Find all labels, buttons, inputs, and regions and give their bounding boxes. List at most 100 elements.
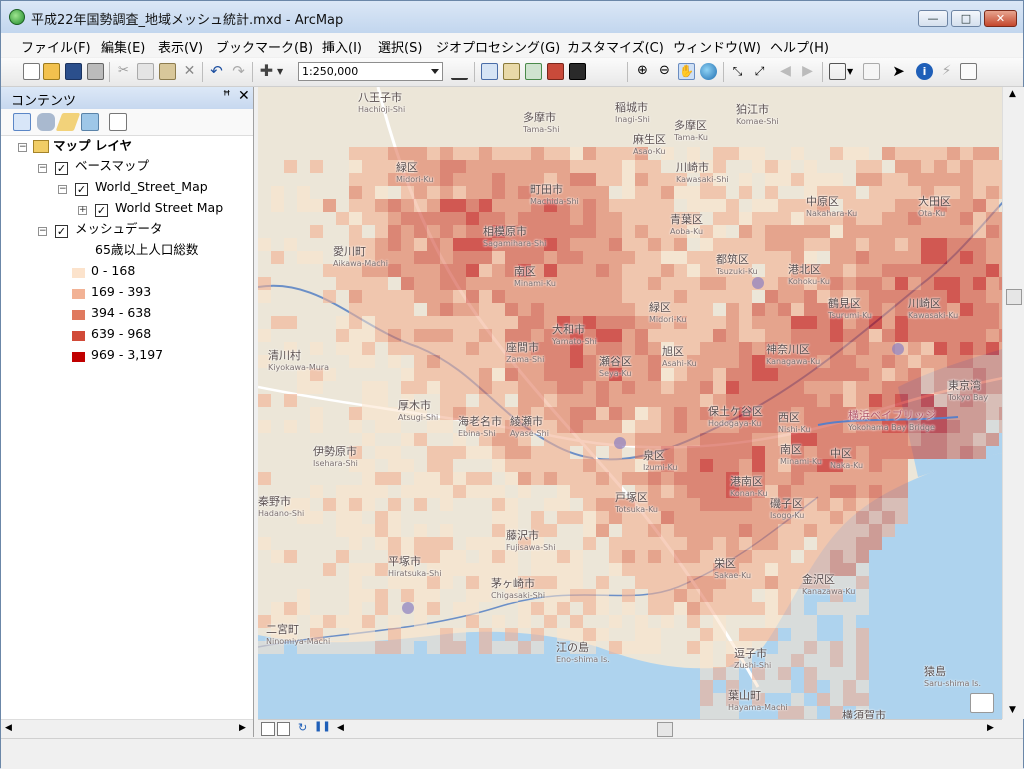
- undo-icon[interactable]: ↶: [208, 63, 225, 80]
- visibility-checkbox[interactable]: ✓: [55, 225, 68, 238]
- map-view[interactable]: 八王子市 Hachioji-Shi 多摩市 Tama-Shi 稲城市 Inagi-Sh…: [258, 87, 1008, 719]
- menu-edit[interactable]: 編集(E): [101, 37, 145, 56]
- zoom-out-icon[interactable]: ⊖: [656, 63, 673, 80]
- scroll-left-icon[interactable]: ◀: [337, 723, 344, 733]
- menu-insert[interactable]: 挿入(I): [322, 37, 362, 56]
- print-icon[interactable]: [87, 63, 104, 80]
- maximize-button[interactable]: □: [951, 10, 981, 27]
- list-by-selection-icon[interactable]: [81, 113, 99, 131]
- mesh-cell: [661, 407, 674, 420]
- tree-row-world-street-map-group[interactable]: World_Street_Map: [95, 177, 208, 197]
- collapse-icon[interactable]: −: [58, 185, 67, 194]
- list-by-drawing-order-icon[interactable]: [13, 113, 31, 131]
- delete-icon[interactable]: ✕: [181, 63, 198, 80]
- back-extent-icon[interactable]: ◀: [777, 63, 794, 80]
- fixed-zoom-in-icon[interactable]: ⤡: [729, 63, 746, 80]
- select-features-icon[interactable]: [829, 63, 846, 80]
- mesh-cell: [427, 589, 440, 602]
- mesh-cell: [713, 693, 726, 706]
- pin-icon[interactable]: ꟸ: [223, 89, 231, 104]
- mesh-cell: [349, 628, 362, 641]
- paste-icon[interactable]: [159, 63, 176, 80]
- minimize-button[interactable]: —: [918, 10, 948, 27]
- html-popup-icon[interactable]: [960, 63, 977, 80]
- map-horizontal-scrollbar[interactable]: ↻ ❚❚ ◀ ▶: [258, 719, 1002, 738]
- refresh-icon[interactable]: ↻: [298, 721, 307, 734]
- fixed-zoom-out-icon[interactable]: ⤢: [751, 63, 768, 80]
- close-button[interactable]: ✕: [984, 10, 1017, 27]
- close-icon[interactable]: ✕: [238, 88, 250, 104]
- scroll-right-icon[interactable]: ▶: [239, 723, 246, 733]
- visibility-checkbox[interactable]: ✓: [95, 204, 108, 217]
- select-dropdown-icon[interactable]: ▼: [847, 63, 855, 80]
- table-of-contents-icon[interactable]: [481, 63, 498, 80]
- full-extent-icon[interactable]: [700, 63, 717, 80]
- copy-icon[interactable]: [137, 63, 154, 80]
- mesh-cell: [427, 602, 440, 615]
- scroll-right-icon[interactable]: ▶: [987, 723, 994, 733]
- collapse-icon[interactable]: −: [18, 143, 27, 152]
- new-document-icon[interactable]: [23, 63, 40, 80]
- menu-windows[interactable]: ウィンドウ(W): [673, 37, 761, 56]
- identify-icon[interactable]: i: [916, 63, 933, 80]
- python-window-icon[interactable]: [569, 63, 586, 80]
- clear-selection-icon[interactable]: [863, 63, 880, 80]
- catalog-icon[interactable]: [503, 63, 520, 80]
- open-folder-icon[interactable]: [43, 63, 60, 80]
- menu-selection[interactable]: 選択(S): [378, 37, 422, 56]
- mesh-cell: [544, 602, 557, 615]
- tree-row-mesh-data[interactable]: メッシュデータ: [75, 219, 163, 239]
- map-canvas[interactable]: [258, 87, 1008, 719]
- menu-file[interactable]: ファイル(F): [21, 37, 91, 56]
- mesh-cell: [583, 485, 596, 498]
- scroll-up-icon[interactable]: ▲: [1009, 89, 1016, 99]
- toc-horizontal-scrollbar[interactable]: ◀ ▶: [1, 719, 253, 737]
- add-data-icon[interactable]: ✚: [258, 63, 275, 80]
- collapse-icon[interactable]: −: [38, 164, 47, 173]
- visibility-checkbox[interactable]: ✓: [55, 162, 68, 175]
- scroll-thumb[interactable]: [657, 722, 673, 737]
- mesh-cell: [401, 589, 414, 602]
- tree-row-map-layers[interactable]: マップ レイヤ: [33, 136, 132, 156]
- scroll-left-icon[interactable]: ◀: [5, 723, 12, 733]
- menu-help[interactable]: ヘルプ(H): [770, 37, 829, 56]
- menu-bookmarks[interactable]: ブックマーク(B): [216, 37, 313, 56]
- select-elements-icon[interactable]: ➤: [890, 63, 907, 80]
- map-scale-combo[interactable]: 1:250,000: [298, 62, 443, 81]
- mesh-cell: [739, 225, 752, 238]
- editor-toolbar-icon[interactable]: [451, 63, 468, 80]
- mesh-cell: [739, 147, 752, 160]
- zoom-in-icon[interactable]: ⊕: [634, 63, 651, 80]
- mesh-cell: [349, 407, 362, 420]
- add-data-dropdown-icon[interactable]: ▼: [277, 63, 287, 80]
- tree-row-basemap[interactable]: ベースマップ: [75, 156, 149, 176]
- menu-geoprocessing[interactable]: ジオプロセシング(G): [436, 37, 560, 56]
- map-vertical-scrollbar[interactable]: ▲ ▼: [1002, 87, 1024, 719]
- visibility-checkbox[interactable]: ✓: [75, 183, 88, 196]
- options-icon[interactable]: [109, 113, 127, 131]
- scroll-down-icon[interactable]: ▼: [1009, 705, 1016, 715]
- pause-drawing-icon[interactable]: ❚❚: [314, 721, 331, 732]
- list-by-source-icon[interactable]: [37, 113, 55, 131]
- mesh-cell: [271, 199, 284, 212]
- cut-icon[interactable]: ✂: [115, 63, 132, 80]
- title-bar[interactable]: 平成22年国勢調査_地域メッシュ統計.mxd - ArcMap — □ ✕: [1, 1, 1023, 33]
- pan-icon[interactable]: ✋: [678, 63, 695, 80]
- redo-icon[interactable]: ↷: [230, 63, 247, 80]
- save-icon[interactable]: [65, 63, 82, 80]
- layout-view-icon[interactable]: [277, 722, 290, 736]
- collapse-icon[interactable]: −: [38, 227, 47, 236]
- scroll-thumb[interactable]: [1006, 289, 1022, 305]
- search-window-icon[interactable]: [525, 63, 542, 80]
- hyperlink-icon[interactable]: ⚡: [938, 63, 955, 80]
- menu-customize[interactable]: カスタマイズ(C): [567, 37, 664, 56]
- data-view-icon[interactable]: [261, 722, 275, 736]
- arctoolbox-icon[interactable]: [547, 63, 564, 80]
- map-tips-icon[interactable]: [970, 693, 994, 713]
- expand-icon[interactable]: +: [78, 206, 87, 215]
- menu-view[interactable]: 表示(V): [158, 37, 203, 56]
- forward-extent-icon[interactable]: ▶: [799, 63, 816, 80]
- chevron-down-icon[interactable]: [431, 69, 439, 74]
- tree-row-world-street-map-layer[interactable]: World Street Map: [115, 198, 223, 218]
- list-by-visibility-icon[interactable]: [55, 113, 81, 131]
